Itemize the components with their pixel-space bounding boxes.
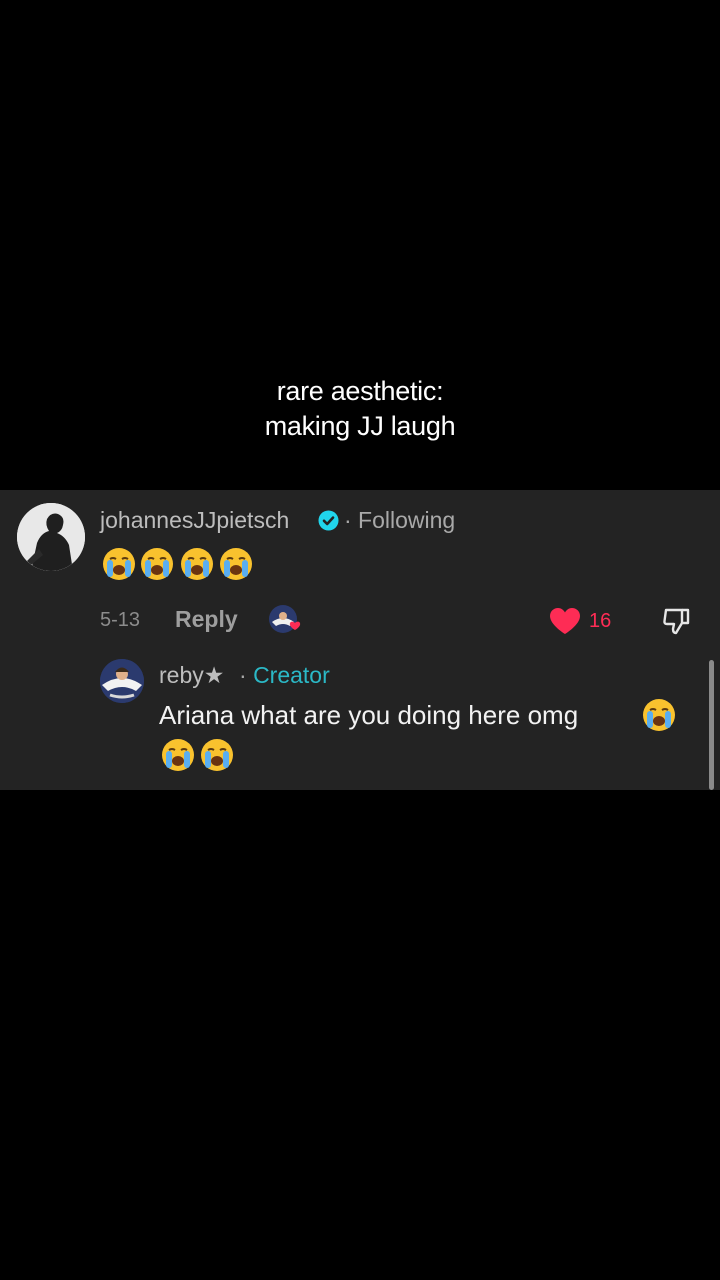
loudly-crying-face-icon: [643, 699, 675, 731]
loudly-crying-face-icon: [181, 548, 213, 580]
commenter-avatar[interactable]: [17, 503, 85, 571]
caption-line-1: rare aesthetic:: [276, 376, 444, 406]
reply-text-line-1: Ariana what are you doing here omg: [159, 698, 578, 732]
comment-panel: [0, 490, 720, 790]
like-heart-icon[interactable]: [548, 606, 582, 636]
creator-liked-avatar: [268, 604, 304, 636]
following-label: · Following: [344, 507, 456, 533]
video-caption: rare aesthetic: making JJ laugh: [0, 374, 720, 444]
creator-label: Creator: [253, 662, 330, 688]
reply-avatar[interactable]: [100, 659, 144, 703]
reply-username[interactable]: reby★: [159, 660, 224, 690]
dislike-icon[interactable]: [660, 605, 692, 637]
loudly-crying-face-icon: [201, 739, 233, 771]
loudly-crying-face-icon: [162, 739, 194, 771]
comments-scrollbar[interactable]: [709, 660, 714, 790]
like-count: 16: [589, 610, 612, 632]
loudly-crying-face-icon: [141, 548, 173, 580]
caption-line-2: making JJ laugh: [264, 411, 456, 441]
loudly-crying-face-icon: [220, 548, 252, 580]
badge-separator: ·: [239, 662, 247, 688]
loudly-crying-face-icon: [103, 548, 135, 580]
reply-text: Ariana what are you doing here omg: [159, 700, 579, 730]
comment-date: 5-13: [100, 609, 141, 631]
verified-badge-icon: [318, 510, 339, 531]
reply-button[interactable]: Reply: [175, 604, 238, 634]
creator-badge: · Creator: [239, 660, 330, 690]
commenter-username[interactable]: johannesJJpietsch: [100, 505, 289, 535]
